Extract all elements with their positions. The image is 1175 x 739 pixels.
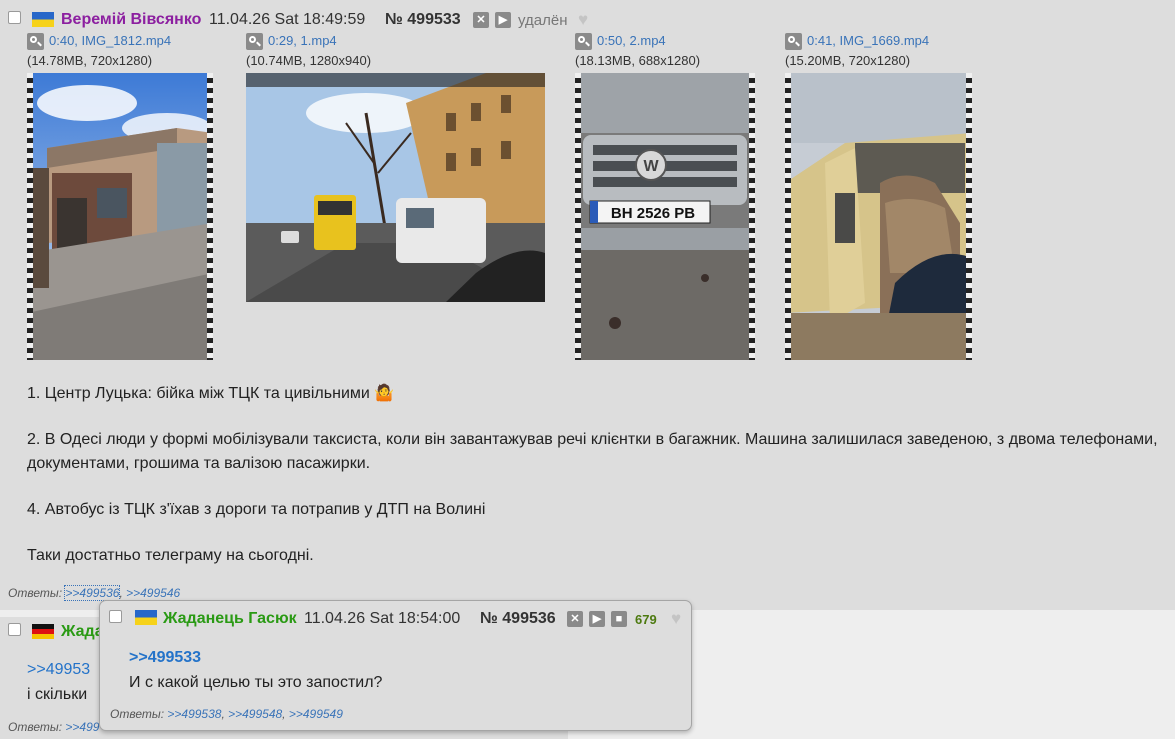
ukraine-flag-icon	[135, 610, 157, 625]
post-datetime: 11.04.26 Sat 18:49:59	[209, 11, 366, 28]
license-plate: BH 2526 PB	[611, 205, 695, 222]
reply-link[interactable]: >>499	[65, 720, 99, 734]
post-paragraph: 1. Центр Луцька: бійка між ТЦК та цивіль…	[27, 385, 395, 402]
file-link[interactable]: 0:29, 1.mp4	[268, 33, 337, 48]
reply-link[interactable]: >>499546	[126, 586, 180, 600]
hide-post-icon[interactable]: ✕	[567, 611, 583, 627]
post-number[interactable]: № 499536	[480, 610, 556, 628]
replies-label: Ответы:	[8, 586, 63, 600]
magnify-icon[interactable]	[785, 33, 802, 50]
play-icon[interactable]: ▶	[589, 611, 605, 627]
post-text: И с какой целью ты это запостил?	[129, 674, 383, 691]
svg-text:W: W	[643, 158, 659, 175]
file-info: (18.13MB, 688x1280)	[575, 53, 701, 68]
germany-flag-icon	[32, 624, 54, 639]
post-number[interactable]: № 499533	[385, 11, 461, 29]
road-bus-image	[246, 73, 545, 302]
reply-link[interactable]: >>499538	[167, 707, 221, 721]
post-replies: Ответы: >>499536, >>499546	[8, 585, 181, 601]
reply-link[interactable]: >>499548	[228, 707, 282, 721]
reply-link[interactable]: >>499536	[64, 585, 121, 601]
post-paragraph: 4. Автобус із ТЦК з'їхав з дороги та пот…	[27, 501, 486, 518]
magnify-icon[interactable]	[27, 33, 44, 50]
post-replies: Ответы: >>499538, >>499548, >>499549	[110, 707, 343, 721]
street-building-image	[27, 73, 213, 360]
post-499533: Веремій Вівсянко 11.04.26 Sat 18:49:59 №…	[0, 0, 1175, 610]
post-select-checkbox[interactable]	[109, 610, 122, 623]
reply-link[interactable]: >>499549	[289, 707, 343, 721]
video-thumbnail-3[interactable]: W BH 2526 PB	[575, 73, 755, 360]
stop-icon[interactable]: ■	[611, 611, 627, 627]
video-thumbnail-4[interactable]	[785, 73, 972, 360]
car-front-image: W BH 2526 PB	[575, 73, 755, 360]
like-heart-icon[interactable]: ♥	[671, 610, 681, 627]
poster-name: Жаданець Гасюк	[163, 610, 297, 627]
post-text: і скільки	[27, 686, 88, 703]
like-count: 679	[635, 612, 657, 627]
video-thumbnail-1[interactable]	[27, 73, 213, 360]
replies-label: Ответы:	[110, 707, 165, 721]
file-info: (10.74MB, 1280x940)	[246, 53, 372, 68]
magnify-icon[interactable]	[246, 33, 263, 50]
file-link[interactable]: 0:50, 2.mp4	[597, 33, 666, 48]
hide-post-icon[interactable]: ✕	[473, 12, 489, 28]
post-paragraph: Таки достатньо телеграму на сьогодні.	[27, 547, 314, 564]
crash-van-image	[785, 73, 972, 360]
magnify-icon[interactable]	[575, 33, 592, 50]
post-select-checkbox[interactable]	[8, 11, 21, 24]
play-icon[interactable]: ▶	[495, 12, 511, 28]
file-link[interactable]: 0:40, IMG_1812.mp4	[49, 33, 171, 48]
replies-label: Ответы:	[8, 720, 63, 734]
quote-link[interactable]: >>499533	[129, 649, 201, 667]
post-preview-popup: Жаданець Гасюк 11.04.26 Sat 18:54:00 № 4…	[99, 600, 692, 731]
post-select-checkbox[interactable]	[8, 623, 21, 636]
like-heart-icon[interactable]: ♥	[578, 11, 588, 28]
file-info: (14.78MB, 720x1280)	[27, 53, 153, 68]
post-datetime: 11.04.26 Sat 18:54:00	[304, 610, 461, 627]
deleted-status: удалён	[518, 12, 568, 29]
file-info: (15.20MB, 720x1280)	[785, 53, 911, 68]
video-thumbnail-2[interactable]	[246, 73, 545, 302]
poster-name: Жада	[61, 623, 104, 640]
quote-link[interactable]: >>49953	[27, 661, 90, 679]
ukraine-flag-icon	[32, 12, 54, 27]
file-link[interactable]: 0:41, IMG_1669.mp4	[807, 33, 929, 48]
post-body: 1. Центр Луцька: бійка між ТЦК та цивіль…	[27, 382, 1167, 568]
poster-name: Веремій Вівсянко	[61, 11, 202, 28]
post-paragraph: 2. В Одесі люди у формі мобілізували так…	[27, 431, 1158, 472]
post-replies: Ответы: >>499	[8, 720, 99, 734]
